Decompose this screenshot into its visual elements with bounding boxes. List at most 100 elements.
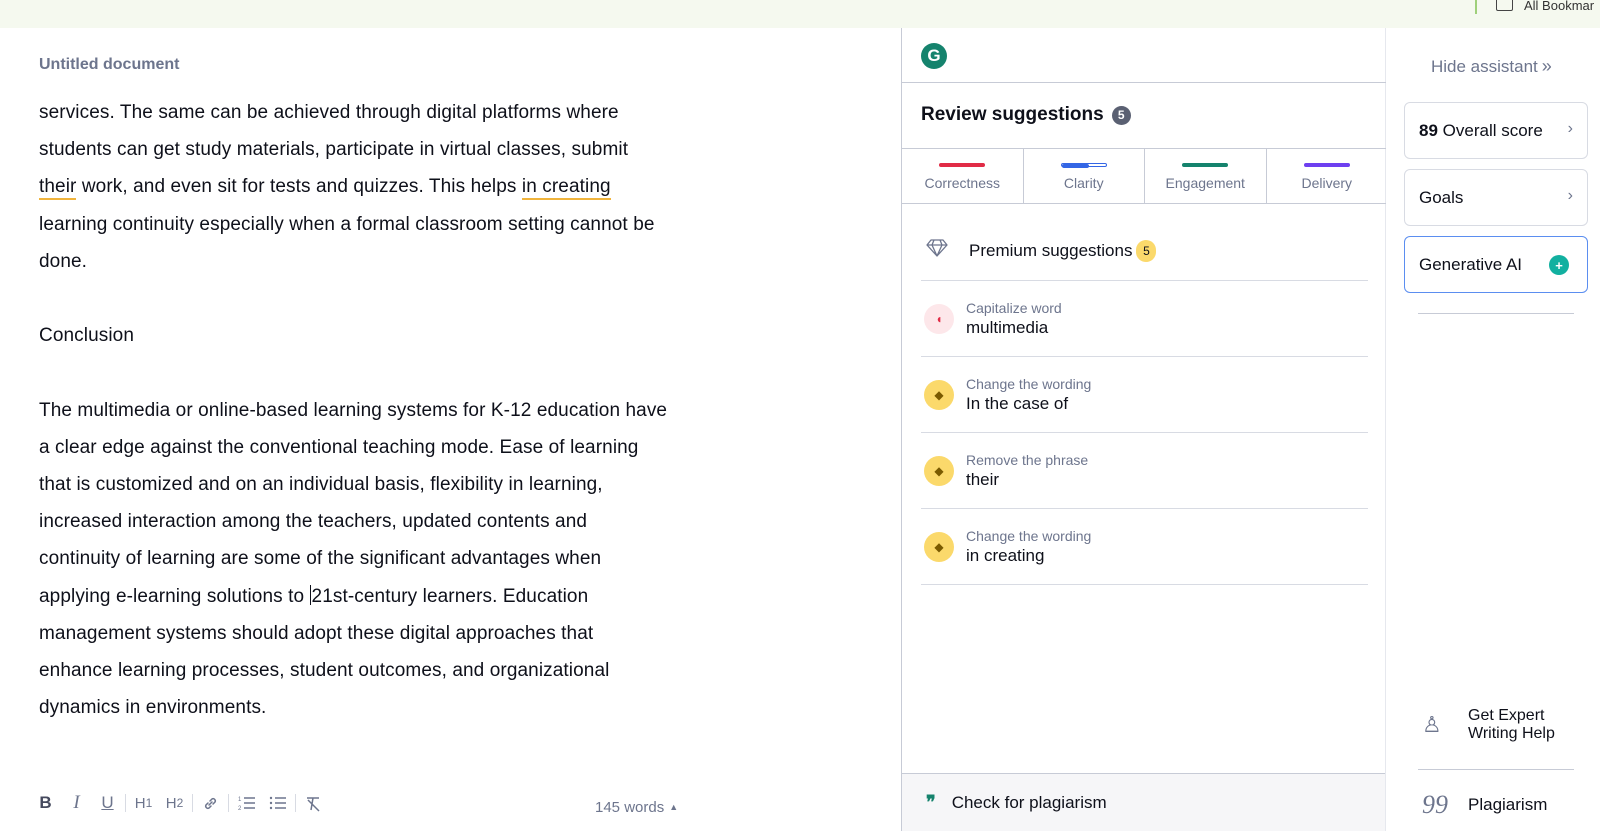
numbered-list-icon[interactable]: 12	[231, 789, 262, 817]
link-icon-svg	[204, 797, 217, 809]
diamond-svg	[926, 239, 948, 257]
bullet-list-icon[interactable]	[262, 789, 293, 817]
text-segment: work, and even sit for tests and quizzes…	[76, 176, 522, 198]
heading2-button[interactable]: H2	[159, 789, 190, 817]
suggestion-card[interactable]: ◆ Change the wording In the case of	[921, 357, 1368, 433]
get-expert-help-button[interactable]: ♙ Get Expert Writing Help	[1422, 707, 1578, 743]
review-title-label: Review suggestions	[921, 104, 1104, 125]
grammarly-assistant-panel: G Review suggestions 5 Correctness Clarit…	[901, 28, 1387, 831]
word-count-label: 145 words	[595, 799, 665, 816]
formatting-toolbar: B I U H1 H2 12	[30, 788, 329, 818]
all-bookmarks-link[interactable]: All Bookmar	[1524, 0, 1594, 13]
hide-assistant-label: Hide assistant	[1431, 57, 1538, 76]
text-line: services. The same can be achieved throu…	[39, 102, 619, 123]
overall-score-value: 89	[1419, 120, 1438, 140]
clear-formatting-icon[interactable]	[298, 789, 329, 817]
expert-person-icon: ♙	[1422, 712, 1442, 737]
premium-suggestions-item[interactable]: Premium suggestions 5	[921, 221, 1368, 281]
link-icon[interactable]	[195, 789, 226, 817]
diamond-icon	[926, 239, 954, 262]
document-title[interactable]: Untitled document	[39, 56, 179, 74]
text-line: that is customized and on an individual …	[39, 474, 603, 495]
generative-ai-card[interactable]: Generative AI +	[1404, 236, 1588, 293]
chevron-right-icon: ›	[1567, 120, 1573, 137]
overall-score-card[interactable]: 89 Overall score ›	[1404, 102, 1588, 159]
suggestion-text: Capitalize word multimedia	[966, 299, 1062, 339]
correctness-progress-fill	[939, 163, 986, 167]
premium-gem-icon: ◆	[924, 455, 954, 486]
review-count-badge: 5	[1111, 106, 1131, 125]
check-plagiarism-label: Check for plagiarism	[951, 792, 1107, 812]
suggestion-word: in creating	[966, 545, 1045, 565]
suggestion-word: In the case of	[966, 393, 1069, 413]
premium-gem-icon: ◆	[924, 531, 954, 562]
suggestion-list: Premium suggestions 5 ◖ Capitalize word m…	[921, 221, 1368, 585]
engagement-progress-bar	[1182, 163, 1229, 167]
word-count-toggle[interactable]: 145 words ▲	[595, 799, 678, 816]
suggestion-word: multimedia	[966, 317, 1049, 337]
heading2-sub: 2	[176, 796, 184, 810]
toolbar-divider	[192, 794, 193, 812]
premium-count-badge: 5	[1136, 239, 1157, 262]
suggestion-type: Remove the phrase	[966, 451, 1089, 468]
double-chevron-right-icon: »	[1541, 56, 1552, 76]
suggestion-card[interactable]: ◖ Capitalize word multimedia	[921, 281, 1368, 357]
section-heading: Conclusion	[39, 325, 134, 347]
plagiarism-label: Plagiarism	[1468, 795, 1548, 814]
suggestion-text: Change the wording in creating	[966, 527, 1091, 567]
text-cursor	[309, 584, 311, 605]
review-suggestions-heading: Review suggestions 5	[921, 104, 1131, 126]
toolbar-divider	[125, 794, 126, 812]
clarity-progress-fill	[1061, 164, 1090, 168]
panel-divider	[902, 82, 1387, 83]
suggestion-text: Remove the phrase their	[966, 451, 1088, 491]
folder-icon[interactable]	[1496, 0, 1513, 11]
suggestion-card[interactable]: ◆ Remove the phrase their	[921, 433, 1368, 509]
italic-button[interactable]: I	[61, 789, 92, 817]
tab-engagement-label: Engagement	[1165, 175, 1245, 191]
tab-clarity[interactable]: Clarity	[1024, 149, 1145, 203]
heading1-button[interactable]: H1	[128, 789, 159, 817]
svg-text:1: 1	[238, 797, 242, 803]
document-editor[interactable]: Untitled document services. The same can…	[0, 28, 901, 831]
text-line: management systems should adopt these di…	[39, 622, 594, 644]
text-line: enhance learning processes, student outc…	[39, 660, 610, 682]
bookmarks-divider	[1475, 0, 1477, 14]
underline-button[interactable]: U	[92, 789, 123, 817]
check-plagiarism-button[interactable]: ❞ Check for plagiarism	[902, 773, 1385, 831]
goals-card[interactable]: Goals ›	[1404, 169, 1588, 226]
grammarly-logo-icon[interactable]: G	[921, 43, 947, 69]
text-segment: 21st-century learners. Education	[311, 585, 589, 607]
clear-format-svg	[307, 796, 320, 812]
tab-delivery[interactable]: Delivery	[1267, 149, 1388, 203]
suggestion-text: Change the wording In the case of	[966, 375, 1091, 415]
correctness-shield-icon: ◖	[924, 303, 954, 334]
premium-label-text: Premium suggestions	[969, 240, 1133, 260]
flagged-word-their[interactable]: their	[39, 176, 77, 201]
toolbar-divider	[228, 794, 229, 812]
tab-correctness[interactable]: Correctness	[902, 149, 1024, 203]
category-tabs: Correctness Clarity Engagement Delivery	[902, 148, 1387, 204]
overall-score-label: Overall score	[1442, 120, 1543, 140]
premium-suggestions-label: Premium suggestions 5	[969, 239, 1157, 262]
text-line: increased interaction among the teachers…	[39, 511, 588, 533]
bold-button[interactable]: B	[30, 789, 61, 817]
text-line: done.	[39, 250, 88, 272]
suggestion-card[interactable]: ◆ Change the wording in creating	[921, 509, 1368, 585]
tab-engagement[interactable]: Engagement	[1145, 149, 1267, 203]
heading1-label: H	[134, 794, 146, 812]
suggestion-type: Change the wording	[966, 527, 1092, 544]
browser-bookmarks-bar: All Bookmar	[0, 0, 1600, 28]
engagement-progress-fill	[1182, 163, 1229, 167]
flagged-phrase-in-creating[interactable]: in creating	[521, 176, 611, 201]
document-body[interactable]: services. The same can be achieved throu…	[39, 94, 739, 726]
clarity-progress-bar	[1060, 163, 1107, 168]
text-line: The multimedia or online-based learning …	[39, 399, 668, 421]
hide-assistant-button[interactable]: Hide assistant»	[1431, 56, 1552, 77]
text-line: their work, and even sit for tests and q…	[39, 168, 739, 205]
tab-correctness-label: Correctness	[924, 175, 1000, 191]
plagiarism-button[interactable]: 99 Plagiarism	[1422, 790, 1547, 820]
sidebar-divider	[1418, 313, 1574, 314]
